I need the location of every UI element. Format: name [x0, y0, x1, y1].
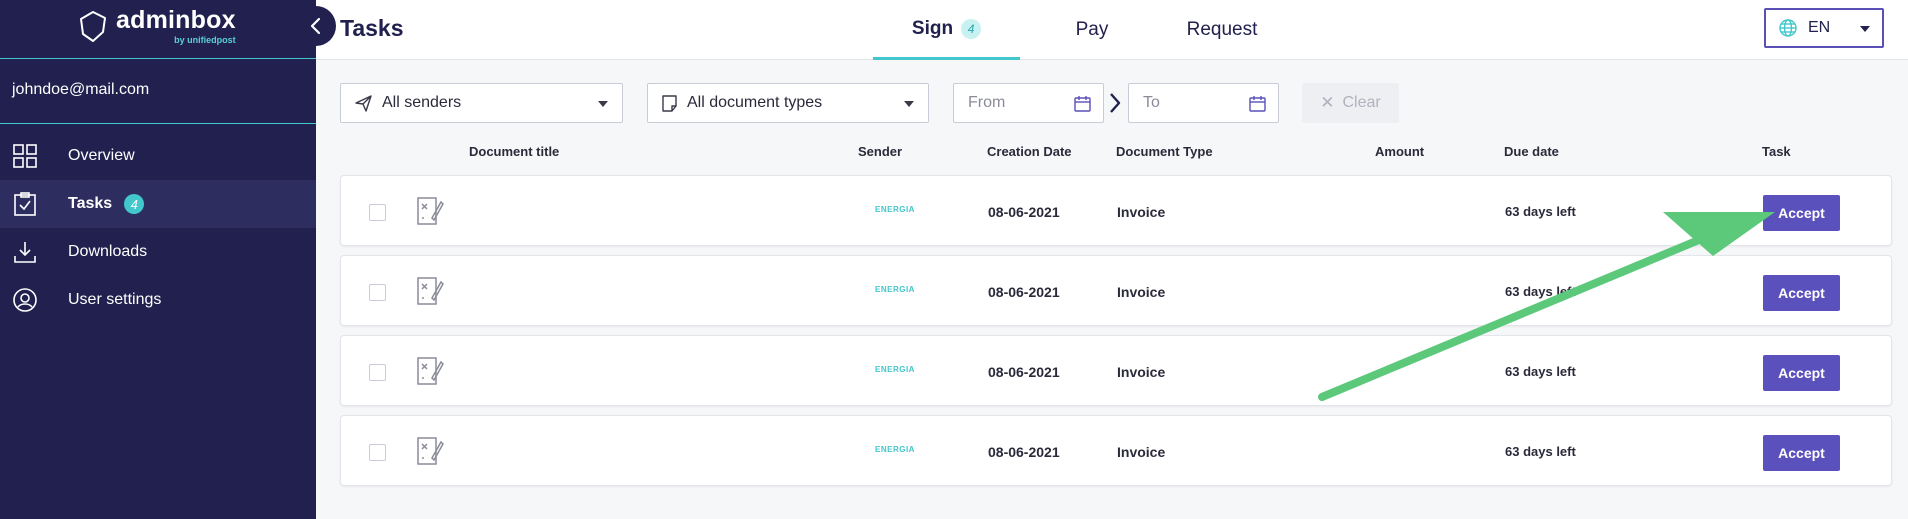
- sender-logo: ENERGIA: [875, 285, 915, 294]
- sidebar-item-downloads[interactable]: Downloads: [0, 228, 316, 276]
- sidebar-item-label: Overview: [68, 147, 135, 164]
- clear-filters-button[interactable]: ✕ Clear: [1302, 83, 1399, 123]
- senders-filter[interactable]: All senders: [340, 83, 623, 123]
- creation-date: 08-06-2021: [988, 284, 1060, 300]
- logo-subtitle: by unifiedpost: [174, 35, 236, 45]
- due-date: 63 days left: [1505, 364, 1576, 379]
- accept-button[interactable]: Accept: [1763, 355, 1840, 391]
- due-date: 63 days left: [1505, 444, 1576, 459]
- to-date-input[interactable]: To: [1128, 83, 1279, 123]
- chevron-left-icon: [310, 17, 321, 35]
- collapse-sidebar-button[interactable]: [296, 6, 336, 46]
- document-sign-icon: [417, 357, 444, 385]
- sidebar-nav: Overview Tasks 4 Downloads User settings: [0, 132, 316, 324]
- logo-name: adminbox: [116, 6, 236, 34]
- sender-logo: ENERGIA: [875, 365, 915, 374]
- tab-request[interactable]: Request: [1160, 0, 1284, 60]
- document-icon: [662, 94, 677, 112]
- close-icon: ✕: [1320, 93, 1335, 112]
- adminbox-logo[interactable]: adminbox by unifiedpost: [78, 8, 236, 45]
- accept-button[interactable]: Accept: [1763, 275, 1840, 311]
- top-header: Tasks Sign 4 Pay Request: [316, 0, 1908, 60]
- document-sign-icon: [417, 277, 444, 305]
- column-header-document-title: Document title: [469, 144, 560, 159]
- creation-date: 08-06-2021: [988, 204, 1060, 220]
- clear-label: Clear: [1342, 94, 1381, 111]
- sidebar-item-overview[interactable]: Overview: [0, 132, 316, 180]
- document-sign-icon: [417, 437, 444, 465]
- user-email: johndoe@mail.com: [12, 81, 150, 98]
- row-checkbox[interactable]: [369, 364, 386, 381]
- user-circle-icon: [12, 287, 38, 313]
- document-type: Invoice: [1117, 364, 1166, 380]
- table-row[interactable]: ENERGIA 08-06-2021 Invoice 63 days left …: [340, 415, 1892, 486]
- row-checkbox[interactable]: [369, 204, 386, 221]
- sidebar-item-label: User settings: [68, 291, 162, 308]
- document-type: Invoice: [1117, 284, 1166, 300]
- due-date: 63 days left: [1505, 204, 1576, 219]
- senders-filter-value: All senders: [382, 94, 462, 111]
- calendar-icon: [1249, 96, 1266, 112]
- sidebar-item-label: Tasks: [68, 195, 113, 212]
- document-type: Invoice: [1117, 204, 1166, 220]
- sidebar-item-user-settings[interactable]: User settings: [0, 276, 316, 324]
- sender-logo: ENERGIA: [875, 205, 915, 214]
- grid-icon: [12, 143, 38, 169]
- sidebar: adminbox by unifiedpost johndoe@mail.com…: [0, 0, 316, 519]
- column-header-due-date: Due date: [1504, 144, 1559, 159]
- from-date-input[interactable]: From: [953, 83, 1104, 123]
- sign-count-badge: 4: [961, 18, 982, 39]
- from-date-placeholder: From: [968, 94, 1006, 111]
- table-row[interactable]: ENERGIA 08-06-2021 Invoice 63 days left …: [340, 335, 1892, 406]
- column-header-amount: Amount: [1375, 144, 1425, 159]
- sidebar-divider: [0, 123, 316, 124]
- creation-date: 08-06-2021: [988, 364, 1060, 380]
- chevron-right-icon: [1110, 93, 1121, 113]
- clipboard-check-icon: [12, 191, 38, 217]
- to-date-placeholder: To: [1143, 94, 1160, 111]
- caret-down-icon: [1860, 26, 1870, 32]
- tab-sign[interactable]: Sign 4: [873, 0, 1020, 60]
- sidebar-divider: [0, 58, 316, 59]
- accept-button[interactable]: Accept: [1763, 195, 1840, 231]
- due-date: 63 days left: [1505, 284, 1576, 299]
- page-title: Tasks: [340, 15, 404, 41]
- tasks-count-badge: 4: [124, 194, 145, 214]
- globe-icon: [1779, 19, 1797, 37]
- row-checkbox[interactable]: [369, 284, 386, 301]
- document-sign-icon: [417, 197, 444, 225]
- tab-label: Pay: [1075, 19, 1109, 40]
- caret-down-icon: [904, 101, 914, 107]
- document-types-filter-value: All document types: [687, 94, 823, 111]
- tab-label: Request: [1186, 19, 1258, 40]
- calendar-icon: [1074, 96, 1091, 112]
- document-types-filter[interactable]: All document types: [647, 83, 929, 123]
- sender-logo: ENERGIA: [875, 445, 915, 454]
- tab-pay[interactable]: Pay: [1044, 0, 1140, 60]
- column-header-task: Task: [1762, 144, 1791, 159]
- document-type: Invoice: [1117, 444, 1166, 460]
- caret-down-icon: [598, 101, 608, 107]
- shield-logo-icon: [80, 10, 106, 42]
- table-row[interactable]: ENERGIA 08-06-2021 Invoice 63 days left …: [340, 255, 1892, 326]
- table-row[interactable]: ENERGIA 08-06-2021 Invoice 63 days left …: [340, 175, 1892, 246]
- accept-button[interactable]: Accept: [1763, 435, 1840, 471]
- sidebar-item-tasks[interactable]: Tasks 4: [0, 180, 316, 228]
- download-icon: [12, 239, 38, 265]
- column-header-creation-date: Creation Date: [987, 144, 1072, 159]
- language-selector[interactable]: EN: [1764, 8, 1884, 48]
- tab-label: Sign: [911, 17, 954, 39]
- creation-date: 08-06-2021: [988, 444, 1060, 460]
- sidebar-item-label: Downloads: [68, 243, 148, 260]
- send-icon: [355, 94, 372, 112]
- row-checkbox[interactable]: [369, 444, 386, 461]
- column-header-sender: Sender: [858, 144, 903, 159]
- column-header-document-type: Document Type: [1116, 144, 1213, 159]
- language-label: EN: [1808, 19, 1831, 36]
